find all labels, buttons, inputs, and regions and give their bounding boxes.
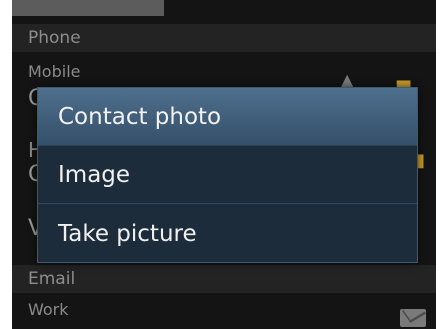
mail-icon[interactable] — [400, 309, 426, 327]
phone-section-header: Phone — [12, 24, 436, 52]
image-option[interactable]: Image — [38, 146, 417, 204]
scroll-indicator — [12, 0, 164, 16]
mobile-label: Mobile — [28, 62, 81, 81]
contact-photo-dialog: Contact photo Image Take picture — [37, 87, 418, 263]
contact-edit-screen: Phone Mobile C ▲ ■ H C ■ V Email Work Co… — [12, 0, 436, 329]
email-section-header: Email — [12, 265, 436, 293]
work-email-label: Work — [28, 300, 69, 319]
dialog-title: Contact photo — [38, 88, 417, 146]
take-picture-option[interactable]: Take picture — [38, 205, 417, 262]
